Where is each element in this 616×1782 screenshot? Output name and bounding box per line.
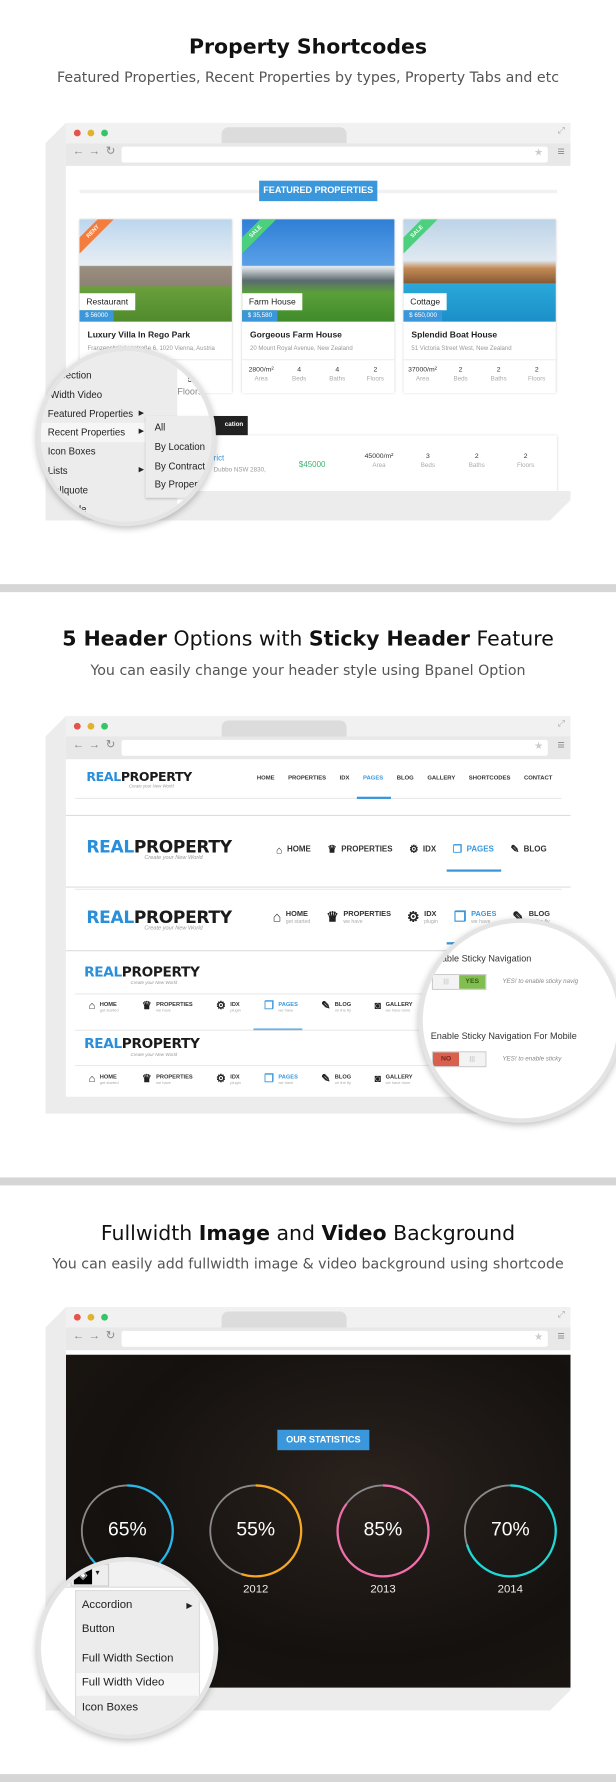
statistics-circles — [80, 1484, 557, 1578]
stat-year: 2012 — [243, 1583, 269, 1596]
menu-item[interactable]: Full Width Section — [82, 1653, 174, 1666]
magnifier-shortcode-menu: ◈ ▾ Accordion ▶ Button Full Width Section Fu… — [36, 1557, 219, 1739]
caret-down-icon: ▾ — [95, 1569, 100, 1578]
editor-toolbar — [40, 1561, 214, 1588]
shortcode-dropdown-button[interactable]: ◈ ▾ — [70, 1563, 110, 1587]
menu-item[interactable]: Accordion — [82, 1599, 133, 1612]
stat-value: 65% — [107, 1518, 147, 1540]
section-separator — [0, 1774, 616, 1782]
shortcode-icon: ◈ — [73, 1567, 93, 1585]
stat-value: 85% — [363, 1518, 403, 1540]
stat-year: 2014 — [497, 1583, 523, 1596]
stat-value: 55% — [236, 1518, 276, 1540]
menu-item[interactable]: Button — [82, 1623, 115, 1636]
stat-year: 2013 — [370, 1583, 396, 1596]
menu-item[interactable]: Full Width Video — [82, 1676, 165, 1689]
page: Property Shortcodes Featured Properties,… — [0, 0, 616, 1782]
submenu-arrow-icon: ▶ — [186, 1602, 193, 1611]
stat-value: 70% — [490, 1518, 530, 1540]
menu-item[interactable]: Icon Boxes — [82, 1701, 138, 1714]
